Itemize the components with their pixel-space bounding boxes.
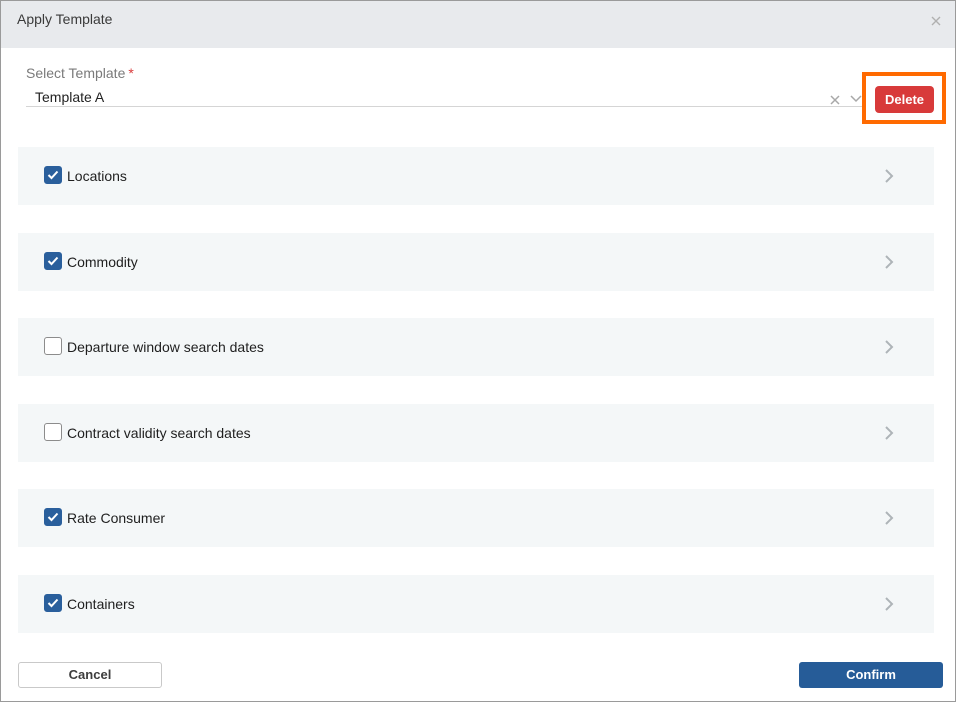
- section-checkbox-checked[interactable]: [44, 166, 62, 184]
- section-departure-window-search-dates[interactable]: Departure window search dates: [18, 318, 934, 376]
- chevron-right-icon[interactable]: [884, 510, 894, 526]
- section-commodity[interactable]: Commodity: [18, 233, 934, 291]
- apply-template-dialog: Apply Template Select Template * Template…: [0, 0, 956, 702]
- confirm-button[interactable]: Confirm: [799, 662, 943, 688]
- cancel-button[interactable]: Cancel: [18, 662, 162, 688]
- section-locations[interactable]: Locations: [18, 147, 934, 205]
- section-label: Containers: [67, 596, 135, 612]
- section-checkbox-checked[interactable]: [44, 252, 62, 270]
- section-containers[interactable]: Containers: [18, 575, 934, 633]
- chevron-right-icon[interactable]: [884, 339, 894, 355]
- close-icon[interactable]: [929, 14, 943, 28]
- checkmark-icon: [47, 170, 59, 180]
- section-label: Locations: [67, 168, 127, 184]
- chevron-right-icon[interactable]: [884, 596, 894, 612]
- template-select-value: Template A: [35, 89, 105, 105]
- section-contract-validity-search-dates[interactable]: Contract validity search dates: [18, 404, 934, 462]
- select-template-label-text: Select Template: [26, 65, 126, 81]
- clear-icon[interactable]: [830, 92, 840, 105]
- required-mark: *: [128, 65, 134, 81]
- section-checkbox-unchecked[interactable]: [44, 423, 62, 441]
- section-label: Departure window search dates: [67, 339, 264, 355]
- dialog-header: Apply Template: [1, 1, 955, 48]
- checkmark-icon: [47, 512, 59, 522]
- template-select[interactable]: Template A: [26, 86, 864, 107]
- section-checkbox-checked[interactable]: [44, 594, 62, 612]
- section-checkbox-unchecked[interactable]: [44, 337, 62, 355]
- select-template-label: Select Template *: [26, 65, 134, 81]
- section-label: Contract validity search dates: [67, 425, 251, 441]
- chevron-right-icon[interactable]: [884, 168, 894, 184]
- checkmark-icon: [47, 598, 59, 608]
- dialog-title: Apply Template: [17, 11, 113, 27]
- section-label: Rate Consumer: [67, 510, 166, 526]
- section-label: Commodity: [67, 254, 138, 270]
- chevron-down-icon[interactable]: [850, 91, 862, 103]
- section-checkbox-checked[interactable]: [44, 508, 62, 526]
- delete-button[interactable]: Delete: [875, 86, 934, 113]
- section-rate-consumer[interactable]: Rate Consumer: [18, 489, 934, 547]
- chevron-right-icon[interactable]: [884, 425, 894, 441]
- checkmark-icon: [47, 256, 59, 266]
- chevron-right-icon[interactable]: [884, 254, 894, 270]
